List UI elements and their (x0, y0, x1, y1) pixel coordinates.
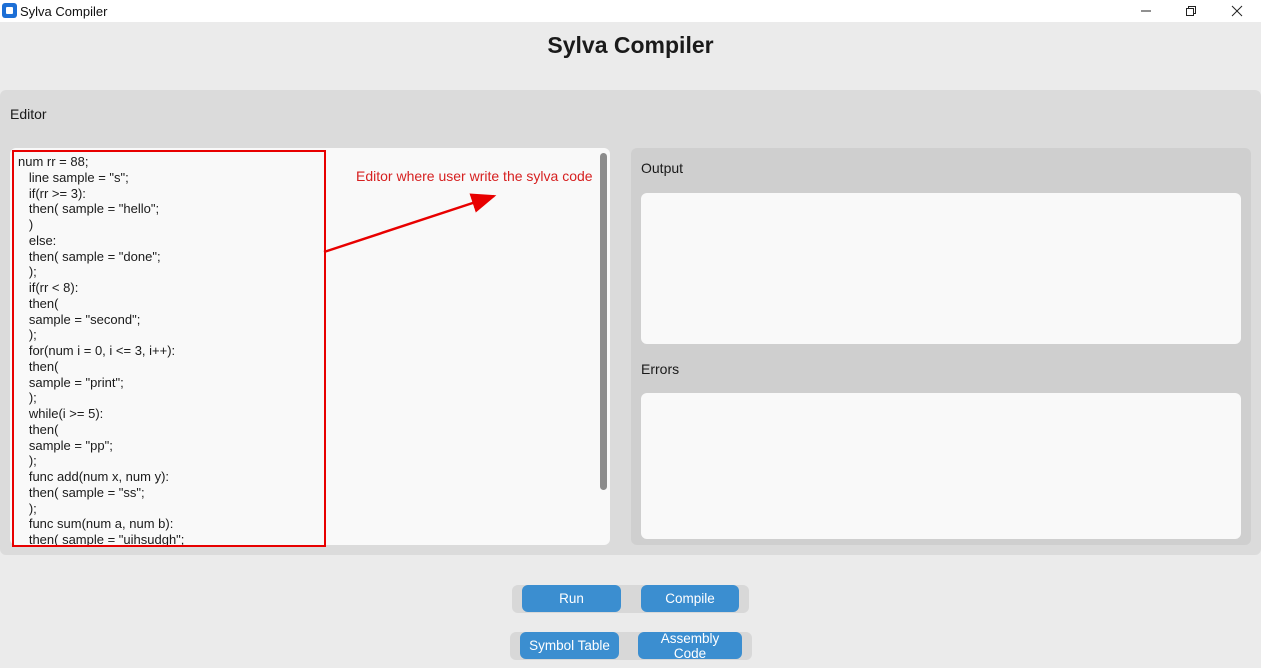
restore-icon (1186, 6, 1196, 16)
editor-scrollbar[interactable] (600, 153, 607, 490)
close-button[interactable] (1214, 0, 1260, 22)
page-title: Sylva Compiler (547, 32, 714, 58)
close-icon (1231, 5, 1243, 17)
output-label: Output (641, 160, 684, 176)
restore-button[interactable] (1168, 0, 1214, 22)
output-textbox[interactable] (641, 193, 1241, 344)
minimize-icon (1141, 10, 1151, 12)
title-bar: Sylva Compiler (0, 0, 1261, 22)
compile-button[interactable]: Compile (641, 585, 739, 612)
errors-textbox[interactable] (641, 393, 1241, 539)
assembly-code-button[interactable]: Assembly Code (638, 631, 742, 661)
window-title: Sylva Compiler (20, 4, 108, 19)
symbol-table-button[interactable]: Symbol Table (520, 632, 619, 659)
editor-highlight-box (12, 150, 326, 547)
minimize-button[interactable] (1123, 0, 1169, 22)
run-button[interactable]: Run (522, 585, 621, 612)
editor-label: Editor (10, 106, 47, 122)
errors-label: Errors (641, 361, 680, 377)
app-icon (2, 3, 17, 18)
annotation-label: Editor where user write the sylva code (356, 168, 593, 184)
